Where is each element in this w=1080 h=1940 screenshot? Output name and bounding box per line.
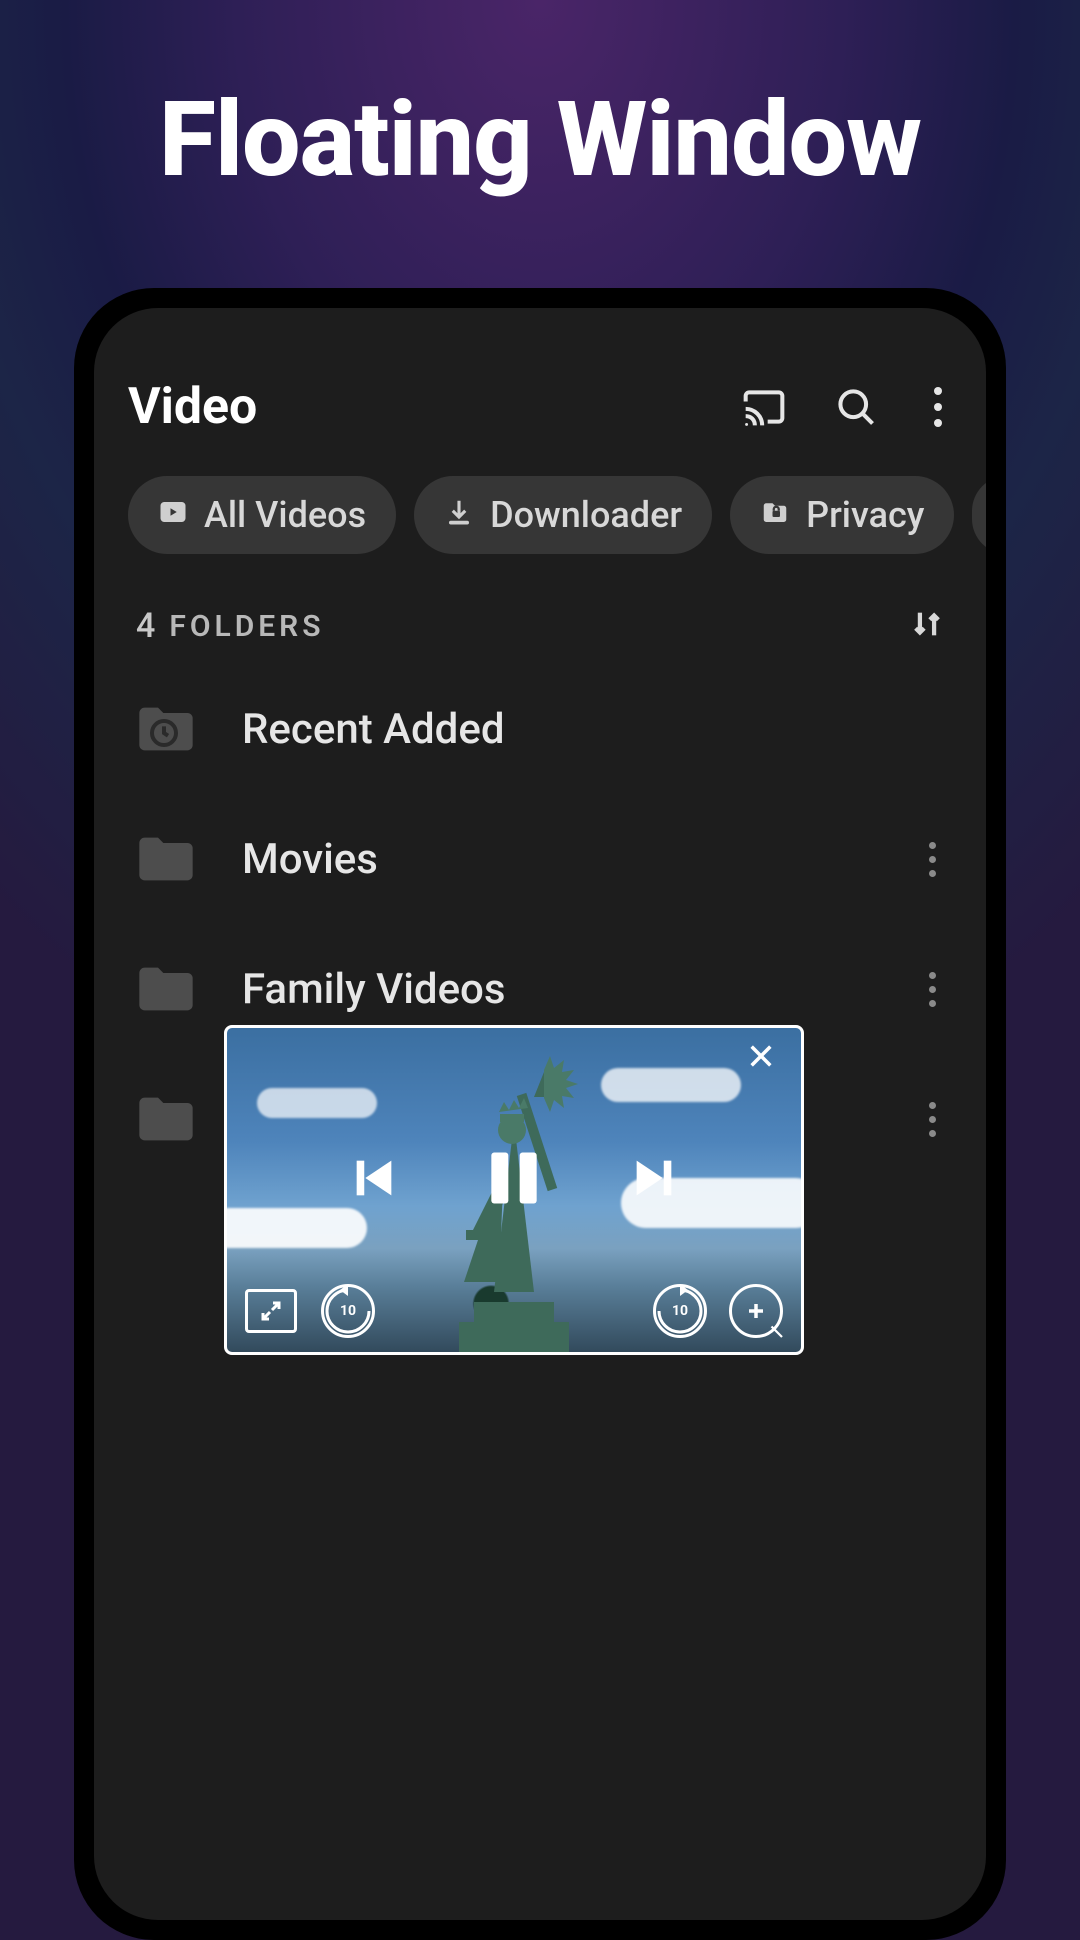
marketing-headline: Floating Window [0, 0, 1080, 201]
player-transport-controls [227, 1144, 801, 1216]
rewind-10-button[interactable]: 10 [321, 1284, 375, 1338]
recent-folder-icon [134, 701, 198, 757]
close-icon[interactable] [747, 1042, 787, 1082]
folder-name: Recent Added [242, 705, 946, 754]
folder-icon [134, 1091, 198, 1147]
folder-row-recent[interactable]: Recent Added [104, 664, 976, 794]
chip-all-videos[interactable]: All Videos [128, 476, 396, 554]
folder-name: Family Videos [242, 965, 918, 1014]
appbar-actions [740, 383, 952, 431]
cast-icon[interactable] [740, 383, 788, 431]
row-more-icon[interactable] [918, 842, 946, 877]
chip-privacy[interactable]: Privacy [730, 476, 954, 554]
sort-icon[interactable] [910, 607, 944, 645]
chip-label: All Videos [204, 494, 366, 536]
lock-folder-icon [760, 494, 790, 536]
chip-overflow[interactable] [972, 476, 986, 554]
folder-name: Movies [242, 835, 918, 884]
cloud-decoration [601, 1068, 741, 1102]
expand-icon[interactable] [245, 1289, 297, 1333]
pause-icon[interactable] [480, 1144, 548, 1216]
folders-label: FOLDERS [169, 609, 324, 644]
row-more-icon[interactable] [918, 972, 946, 1007]
folder-row-movies[interactable]: Movies [104, 794, 976, 924]
zoom-in-icon[interactable] [729, 1284, 783, 1338]
chip-label: Privacy [806, 494, 924, 536]
search-icon[interactable] [832, 383, 880, 431]
row-more-icon[interactable] [918, 1102, 946, 1137]
floating-player-window[interactable]: 10 10 [224, 1025, 804, 1355]
folders-count: 4 [136, 606, 155, 646]
app-bar: Video [94, 308, 986, 460]
filter-chip-row: All Videos Downloader Privacy [94, 460, 986, 570]
cloud-decoration [257, 1088, 377, 1118]
player-bottom-controls: 10 10 [227, 1284, 801, 1338]
more-icon[interactable] [924, 383, 952, 431]
forward-10-button[interactable]: 10 [653, 1284, 707, 1338]
folder-icon [134, 831, 198, 887]
download-icon [444, 494, 474, 536]
chip-label: Downloader [490, 494, 682, 536]
skip-prev-icon[interactable] [348, 1152, 400, 1208]
skip-next-icon[interactable] [628, 1152, 680, 1208]
folders-section-header: 4 FOLDERS [94, 570, 986, 664]
chip-downloader[interactable]: Downloader [414, 476, 712, 554]
folder-icon [134, 961, 198, 1017]
page-title: Video [128, 378, 740, 436]
play-rect-icon [158, 494, 188, 536]
